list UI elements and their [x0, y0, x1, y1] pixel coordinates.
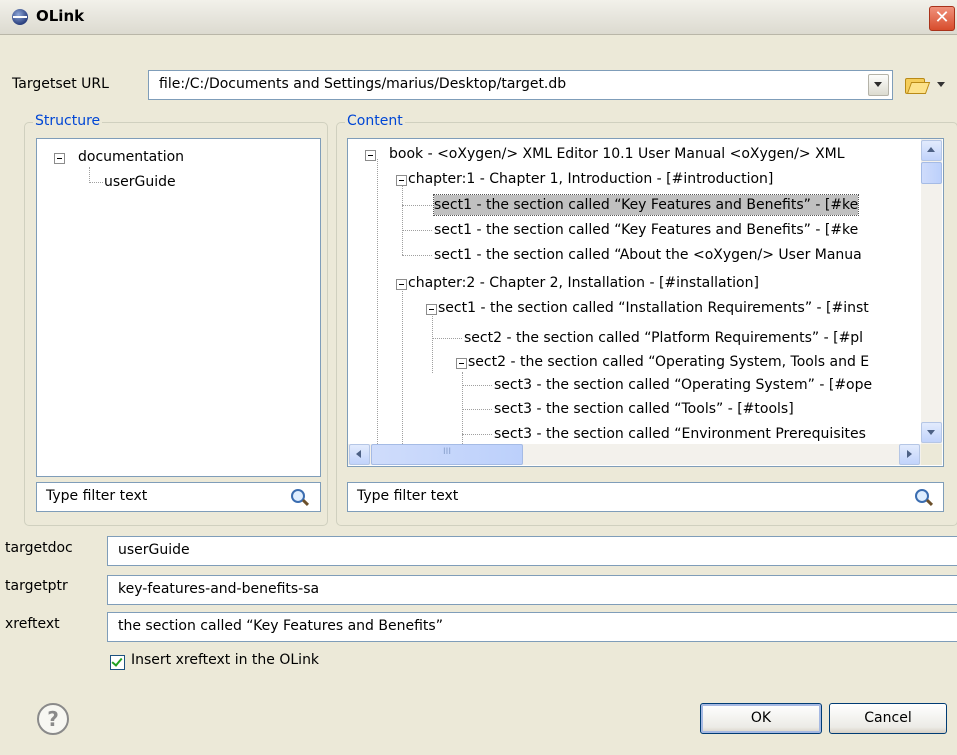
horizontal-scrollbar[interactable]: III: [348, 444, 921, 465]
collapse-icon[interactable]: [396, 175, 407, 186]
content-filter-placeholder: Type filter text: [357, 488, 459, 504]
vertical-scroll-thumb[interactable]: [921, 162, 942, 184]
targetset-url-combo[interactable]: file:/C:/Documents and Settings/marius/D…: [148, 70, 893, 100]
collapse-icon[interactable]: [456, 358, 467, 369]
structure-filter-input[interactable]: Type filter text: [36, 482, 321, 512]
close-icon[interactable]: ✕: [929, 6, 955, 31]
title-bar: OLink ✕: [0, 0, 957, 35]
dialog-title: OLink: [36, 7, 85, 25]
structure-item-documentation[interactable]: documentation: [78, 147, 184, 167]
content-item-sect1[interactable]: sect1 - the section called “Key Features…: [434, 220, 858, 240]
targetdoc-field[interactable]: userGuide: [107, 536, 957, 566]
dropdown-arrow-icon[interactable]: [868, 74, 889, 96]
search-icon[interactable]: [291, 489, 305, 503]
structure-title: Structure: [33, 113, 103, 129]
search-icon[interactable]: [915, 489, 929, 503]
content-tree[interactable]: book - <oXygen/> XML Editor 10.1 User Ma…: [347, 138, 944, 467]
scroll-corner: [921, 444, 942, 465]
targetset-url-value[interactable]: file:/C:/Documents and Settings/marius/D…: [159, 76, 566, 92]
targetptr-value[interactable]: key-features-and-benefits-sa: [118, 581, 319, 597]
structure-item-userguide[interactable]: userGuide: [104, 172, 176, 192]
xreftext-value[interactable]: the section called “Key Features and Ben…: [118, 618, 443, 634]
content-item-sect1[interactable]: sect1 - the section called “Installation…: [438, 298, 869, 318]
ok-button[interactable]: OK: [700, 703, 822, 734]
collapse-icon[interactable]: [54, 153, 65, 164]
olink-dialog: OLink ✕ Targetset URL file:/C:/Documents…: [0, 0, 957, 755]
content-title: Content: [345, 113, 405, 129]
content-item-sect2[interactable]: sect2 - the section called “Operating Sy…: [468, 352, 869, 372]
insert-xreftext-label[interactable]: Insert xreftext in the OLink: [131, 652, 319, 668]
caret-down-icon[interactable]: [937, 82, 945, 87]
structure-filter-placeholder: Type filter text: [46, 488, 148, 504]
content-item-sect3[interactable]: sect3 - the section called “Environment …: [494, 424, 866, 444]
help-icon[interactable]: ?: [37, 703, 69, 735]
scroll-right-button[interactable]: [899, 444, 920, 465]
scroll-down-button[interactable]: [921, 422, 942, 443]
content-item-sect3[interactable]: sect3 - the section called “Tools” - [#t…: [494, 399, 794, 419]
scroll-up-button[interactable]: [921, 140, 942, 161]
collapse-icon[interactable]: [426, 304, 437, 315]
xreftext-label: xreftext: [5, 616, 60, 632]
content-item-chapter-2[interactable]: chapter:2 - Chapter 2, Installation - [#…: [408, 273, 759, 293]
collapse-icon[interactable]: [396, 279, 407, 290]
content-item-chapter-1[interactable]: chapter:1 - Chapter 1, Introduction - [#…: [408, 169, 773, 189]
vertical-scrollbar[interactable]: [921, 139, 942, 444]
targetdoc-value[interactable]: userGuide: [118, 542, 190, 558]
scroll-grip: III: [443, 447, 451, 457]
collapse-icon[interactable]: [365, 150, 376, 161]
content-item-sect1[interactable]: sect1 - the section called “About the <o…: [434, 245, 862, 265]
insert-xreftext-checkbox[interactable]: [110, 655, 125, 670]
cancel-button[interactable]: Cancel: [829, 703, 947, 734]
targetset-url-label: Targetset URL: [12, 76, 109, 92]
structure-tree[interactable]: documentation userGuide: [36, 138, 321, 477]
content-item-sect3[interactable]: sect3 - the section called “Operating Sy…: [494, 375, 872, 395]
targetdoc-label: targetdoc: [5, 540, 73, 556]
oxygen-app-icon: [12, 9, 28, 25]
content-item-sect2[interactable]: sect2 - the section called “Platform Req…: [464, 328, 863, 348]
xreftext-field[interactable]: the section called “Key Features and Ben…: [107, 612, 957, 642]
content-filter-input[interactable]: Type filter text: [347, 482, 944, 512]
scroll-left-button[interactable]: [349, 444, 370, 465]
targetptr-field[interactable]: key-features-and-benefits-sa: [107, 575, 957, 605]
horizontal-scroll-thumb[interactable]: III: [371, 444, 523, 465]
content-item-sect1-selected[interactable]: sect1 - the section called “Key Features…: [432, 194, 860, 216]
targetptr-label: targetptr: [5, 578, 68, 594]
folder-open-icon[interactable]: [903, 75, 931, 95]
content-item-book[interactable]: book - <oXygen/> XML Editor 10.1 User Ma…: [389, 144, 845, 164]
